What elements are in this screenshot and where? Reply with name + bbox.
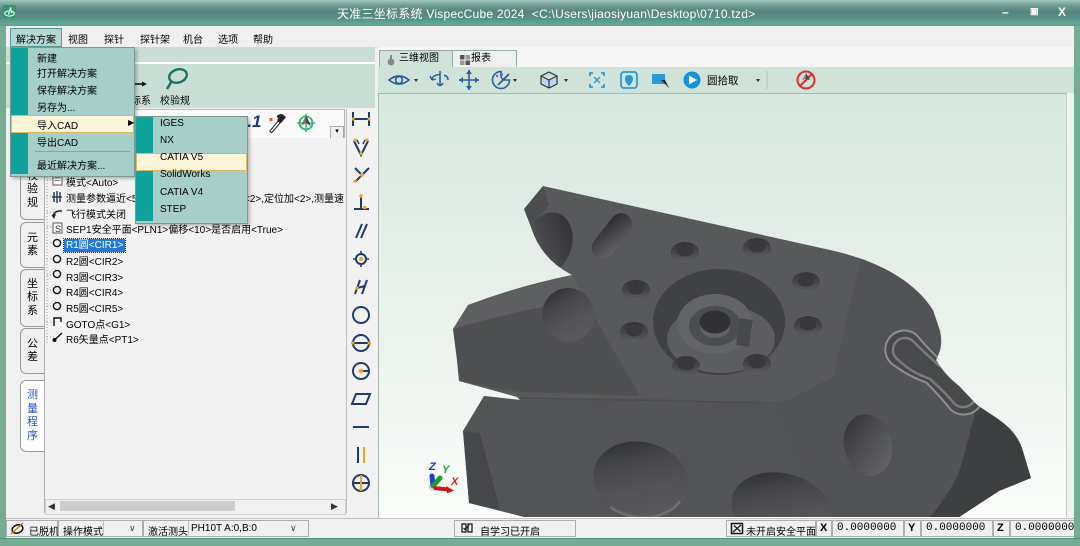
svg-text:S: S [55, 224, 61, 234]
svg-text:X: X [450, 476, 459, 488]
svg-text:Y: Y [442, 464, 451, 476]
svg-text:Z: Z [428, 461, 437, 473]
svg-text:圆拾取: 圆拾取 [707, 74, 739, 87]
